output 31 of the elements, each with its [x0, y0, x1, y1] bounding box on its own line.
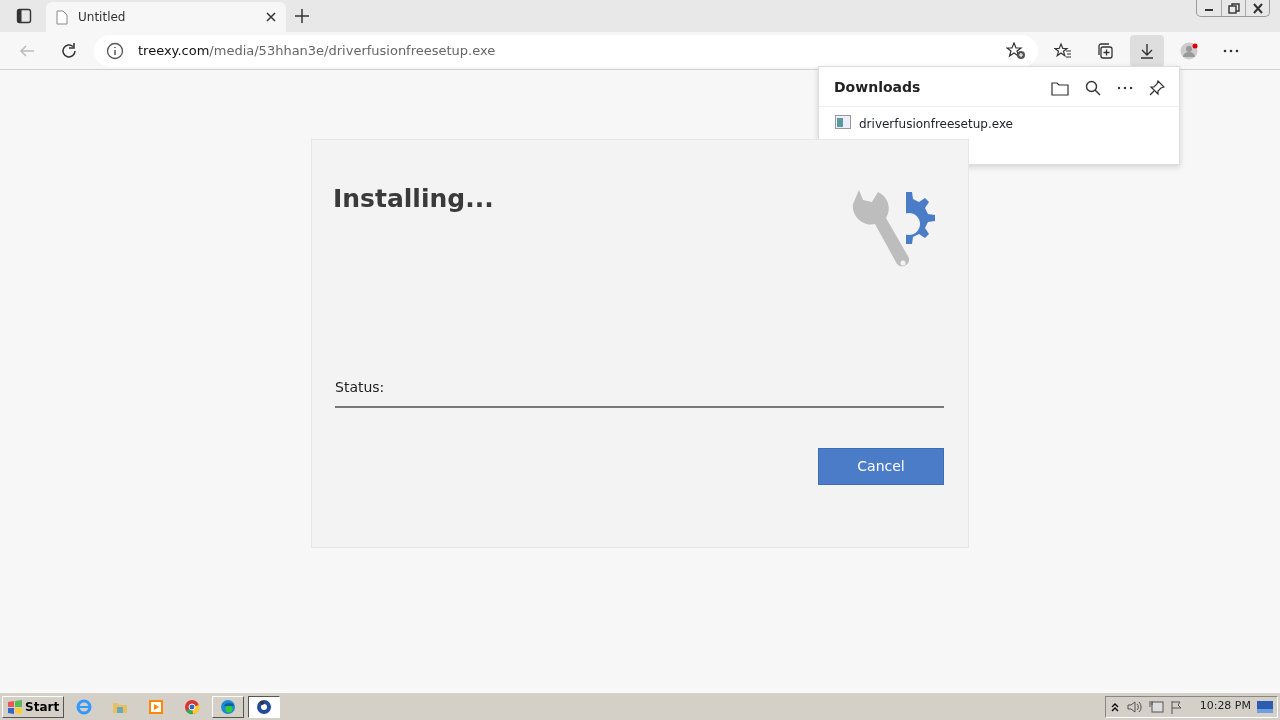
file-icon [835, 115, 851, 129]
restore-icon[interactable] [1225, 0, 1242, 16]
favorites-icon[interactable] [1054, 41, 1072, 60]
show-desktop-icon[interactable] [1257, 699, 1273, 714]
cancel-button[interactable]: Cancel [818, 448, 944, 485]
clock-text: 10:28 PM [1199, 698, 1251, 715]
status-label: Status: [334, 378, 386, 397]
page-icon [56, 9, 68, 25]
address-bar[interactable]: treexy.com/media/53hhan3e/driverfusionfreesetup.exe [94, 34, 1038, 67]
file-name[interactable]: driverfusionfreesetup.exe [859, 115, 1013, 133]
collections-icon[interactable] [1096, 41, 1114, 60]
close-icon[interactable] [266, 12, 276, 22]
folder-icon[interactable] [1051, 79, 1069, 96]
add-favorite-icon[interactable] [1006, 41, 1026, 60]
url-text: treexy.com/media/53hhan3e/driverfusionfreesetup.exe [138, 41, 497, 60]
profile-avatar-icon[interactable] [1180, 41, 1198, 60]
start-button[interactable]: Start [2, 695, 65, 718]
chrome-icon[interactable] [184, 698, 201, 715]
tab-actions-icon[interactable] [16, 8, 32, 24]
pin-icon[interactable] [1149, 79, 1165, 96]
info-icon[interactable] [106, 41, 124, 60]
new-tab-icon[interactable] [294, 8, 310, 24]
installer-heading: Installing... [333, 184, 494, 215]
volume-icon[interactable] [1125, 699, 1142, 714]
browser-tab[interactable]: Untitled [46, 2, 286, 32]
search-icon[interactable] [1085, 79, 1101, 96]
panel-title: Downloads [834, 78, 922, 97]
refresh-icon[interactable] [60, 41, 78, 60]
network-icon[interactable] [1147, 699, 1164, 714]
windows-logo-icon [7, 699, 23, 714]
download-icon[interactable] [1138, 41, 1156, 60]
